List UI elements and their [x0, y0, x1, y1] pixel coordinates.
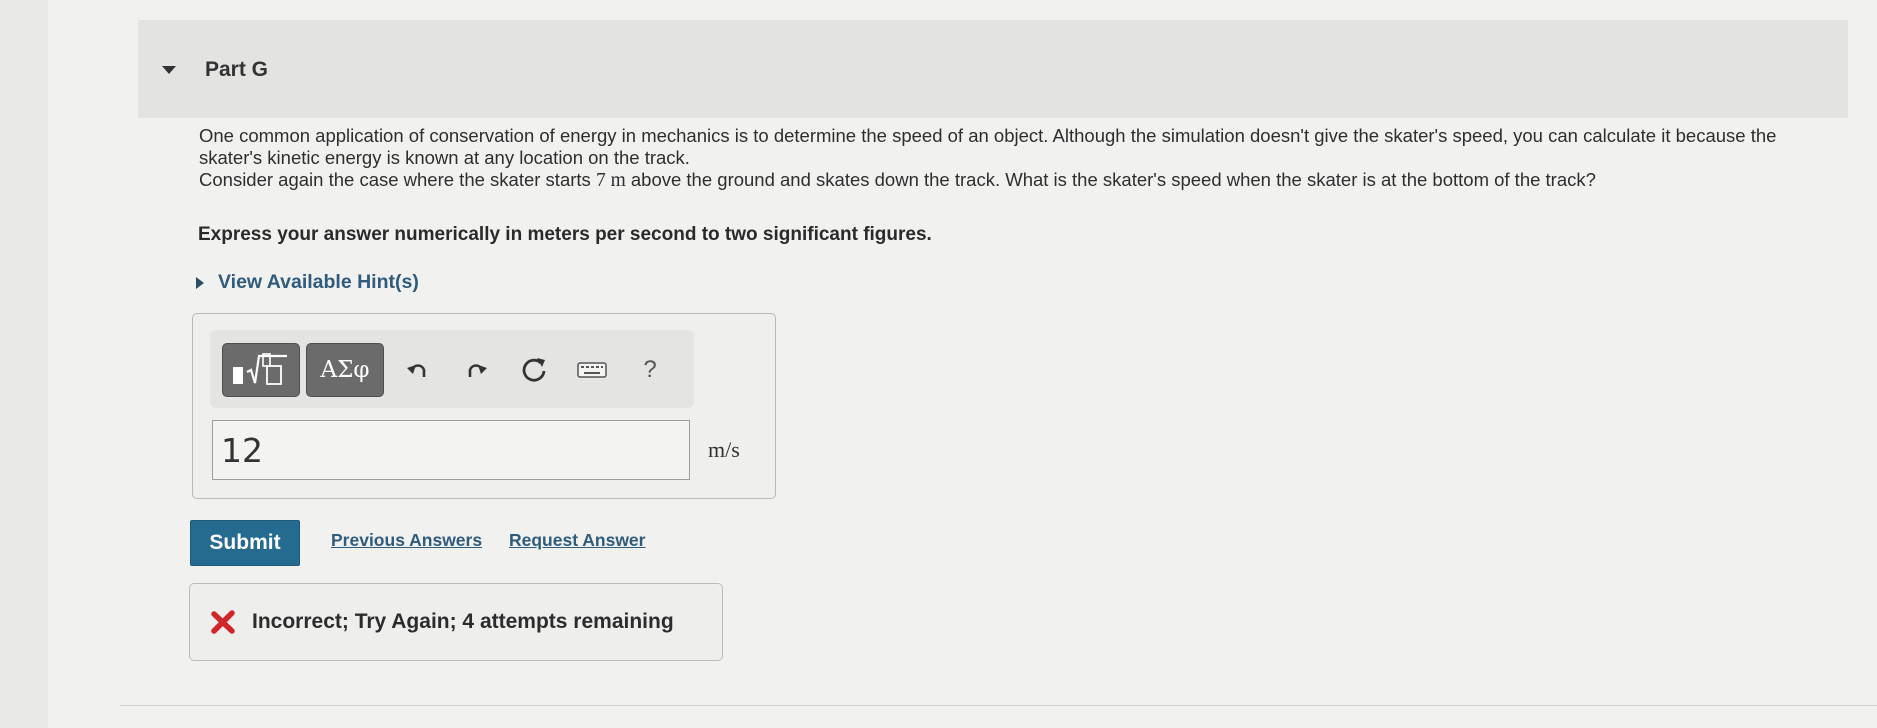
reset-button[interactable] [516, 352, 552, 388]
request-answer-link[interactable]: Request Answer [509, 530, 645, 551]
question-paragraph-1: One common application of conservation o… [199, 125, 1777, 168]
templates-button[interactable] [222, 343, 300, 397]
height-value: 7 m [595, 170, 626, 191]
view-hints-toggle[interactable]: View Available Hint(s) [196, 271, 419, 294]
question-text-before: Consider again the case where the skater… [199, 169, 596, 190]
redo-icon [468, 364, 487, 377]
keyboard-button[interactable] [574, 352, 610, 388]
greek-symbols-button[interactable]: ΑΣφ [306, 343, 384, 397]
undo-icon [407, 364, 426, 377]
question-text-after: above the ground and skates down the tra… [625, 169, 1596, 190]
question-text: One common application of conservation o… [199, 125, 1839, 192]
undo-button[interactable] [400, 352, 436, 388]
templates-icon [233, 353, 287, 385]
keyboard-icon [577, 362, 607, 378]
answer-instruction: Express your answer numerically in meter… [198, 224, 932, 245]
redo-button[interactable] [458, 352, 494, 388]
submit-button[interactable]: Submit [190, 520, 300, 566]
collapse-caret-icon[interactable] [162, 66, 176, 74]
question-paragraph-2: Consider again the case where the skater… [199, 169, 1839, 192]
part-header[interactable] [138, 20, 1848, 118]
previous-answers-link[interactable]: Previous Answers [331, 530, 482, 551]
incorrect-x-icon [211, 610, 235, 634]
answer-units: m/s [708, 437, 740, 462]
help-button[interactable]: ? [632, 352, 668, 388]
divider [120, 705, 1877, 706]
part-title: Part G [205, 58, 269, 81]
feedback-box: Incorrect; Try Again; 4 attempts remaini… [189, 583, 723, 661]
view-hints-label: View Available Hint(s) [218, 271, 419, 293]
answer-input[interactable] [212, 420, 690, 480]
reset-icon [522, 358, 546, 382]
expand-caret-icon [196, 276, 204, 289]
feedback-message: Incorrect; Try Again; 4 attempts remaini… [252, 610, 674, 633]
